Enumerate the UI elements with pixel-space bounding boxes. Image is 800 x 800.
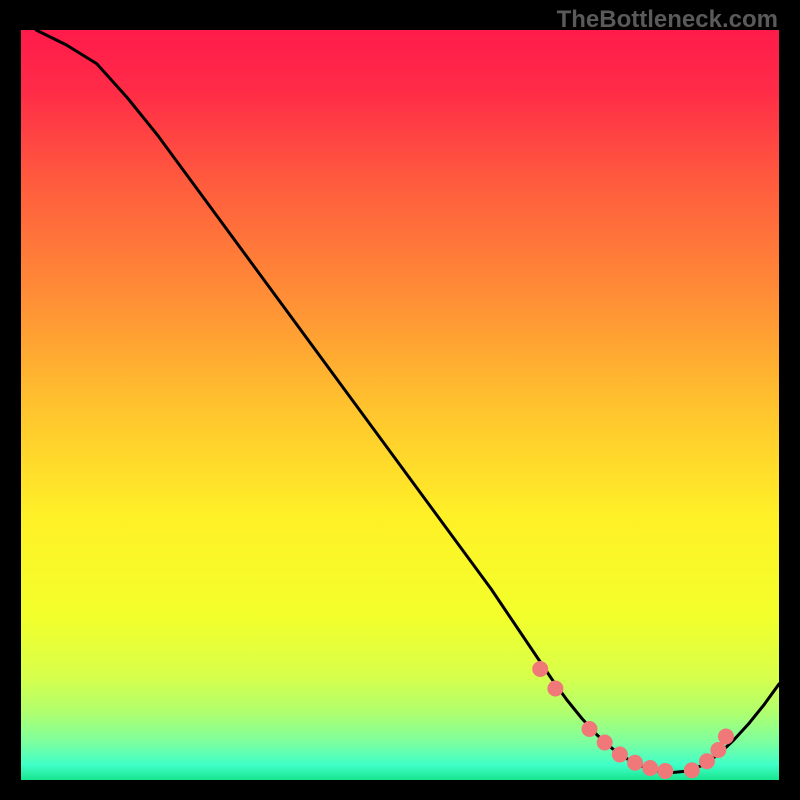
optimal-point	[532, 661, 548, 677]
optimal-point	[684, 762, 700, 778]
optimal-point	[597, 735, 613, 751]
gradient-background	[21, 30, 779, 780]
optimal-point	[718, 729, 734, 745]
chart-svg	[21, 30, 779, 780]
optimal-point	[699, 753, 715, 769]
optimal-point	[627, 755, 643, 771]
optimal-point	[612, 747, 628, 763]
optimal-point	[657, 763, 673, 779]
optimal-point	[582, 721, 598, 737]
optimal-point	[710, 742, 726, 758]
optimal-point	[547, 681, 563, 697]
optimal-point	[642, 760, 658, 776]
chart-container: TheBottleneck.com	[0, 0, 800, 800]
plot-area	[21, 30, 779, 780]
